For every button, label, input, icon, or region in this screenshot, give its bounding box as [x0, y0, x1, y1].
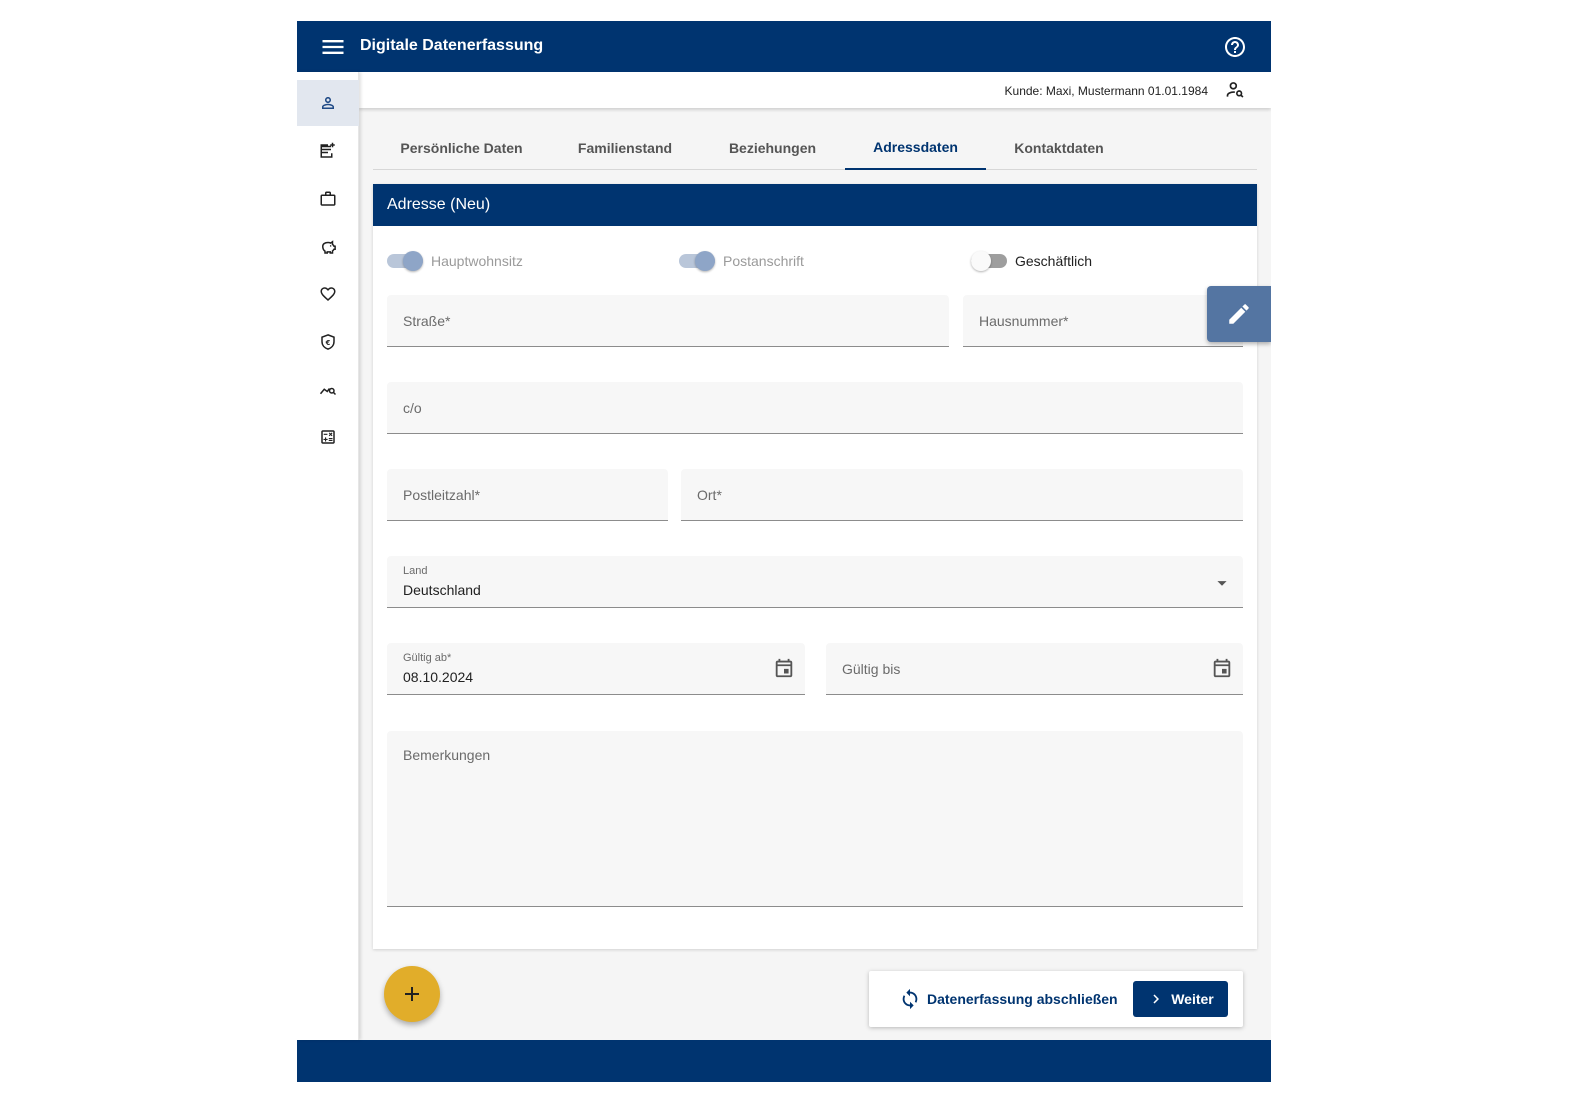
- bemerkungen-placeholder: Bemerkungen: [403, 747, 491, 763]
- gueltig-ab-field[interactable]: Gültig ab* 08.10.2024: [387, 643, 805, 695]
- sidebar: €: [297, 72, 359, 1040]
- chart-search-icon: [319, 387, 337, 396]
- land-select[interactable]: Land Deutschland: [387, 556, 1243, 608]
- person-search-icon[interactable]: [1225, 80, 1245, 100]
- land-label: Land: [403, 565, 428, 577]
- finish-label: Datenerfassung abschließen: [927, 991, 1118, 1007]
- calendar-icon[interactable]: [1211, 657, 1233, 679]
- calendar-icon[interactable]: [773, 657, 795, 679]
- top-bar: Digitale Datenerfassung: [297, 21, 1271, 72]
- footer-bar: [297, 1040, 1271, 1082]
- piggy-bank-icon: [321, 240, 336, 254]
- toggle-geschaeftlich[interactable]: Geschäftlich: [971, 250, 1092, 272]
- switch-track: [971, 251, 1007, 271]
- note-add-icon: [320, 142, 335, 158]
- strasse-field[interactable]: Straße*: [387, 295, 949, 347]
- address-card: Adresse (Neu) Hauptwohnsitz Postanschrif…: [373, 184, 1257, 949]
- ort-field[interactable]: Ort*: [681, 469, 1243, 521]
- tab-persoenliche-daten[interactable]: Persönliche Daten: [373, 126, 550, 170]
- app-title: Digitale Datenerfassung: [360, 37, 544, 54]
- gueltig-bis-placeholder: Gültig bis: [842, 661, 901, 677]
- app-window: Digitale Datenerfassung € Kunde: Maxi, M…: [297, 21, 1271, 1082]
- euro-shield-icon: €: [321, 334, 335, 350]
- switch-track: [387, 251, 423, 271]
- tab-adressdaten[interactable]: Adressdaten: [845, 126, 986, 170]
- sidebar-item-vertraege[interactable]: [297, 128, 359, 174]
- pencil-icon: [1229, 304, 1249, 324]
- postleitzahl-field[interactable]: Postleitzahl*: [387, 469, 668, 521]
- toggle-label: Geschäftlich: [1015, 253, 1093, 269]
- bemerkungen-textarea[interactable]: Bemerkungen: [387, 731, 1243, 907]
- plus-icon: [405, 987, 419, 1001]
- tab-kontaktdaten[interactable]: Kontaktdaten: [986, 126, 1132, 170]
- tab-familienstand[interactable]: Familienstand: [550, 126, 700, 170]
- tab-beziehungen[interactable]: Beziehungen: [700, 126, 845, 170]
- sidebar-item-rechner[interactable]: [297, 414, 359, 460]
- menu-icon[interactable]: [319, 33, 347, 61]
- next-label: Weiter: [1171, 991, 1214, 1007]
- land-value: Deutschland: [403, 582, 481, 598]
- finish-data-entry-button[interactable]: Datenerfassung abschließen: [899, 987, 1118, 1011]
- sidebar-item-gesundheit[interactable]: [297, 271, 359, 317]
- hausnummer-field[interactable]: Hausnummer*: [963, 295, 1243, 347]
- dropdown-arrow-icon[interactable]: [1211, 572, 1233, 594]
- tab-bar: Persönliche Daten Familienstand Beziehun…: [373, 126, 1257, 170]
- help-icon[interactable]: [1223, 35, 1247, 59]
- switch-track: [679, 251, 715, 271]
- strasse-placeholder: Straße*: [403, 313, 451, 329]
- co-placeholder: c/o: [403, 400, 422, 416]
- postleitzahl-placeholder: Postleitzahl*: [403, 487, 481, 503]
- sidebar-item-vermoegen[interactable]: [297, 224, 359, 270]
- toggle-label: Hauptwohnsitz: [431, 253, 523, 269]
- calculator-icon: [321, 430, 335, 444]
- customer-bar: Kunde: Maxi, Mustermann 01.01.1984: [359, 72, 1271, 108]
- toggle-hauptwohnsitz[interactable]: Hauptwohnsitz: [387, 250, 523, 272]
- edit-button[interactable]: [1207, 286, 1271, 342]
- gueltig-ab-label: Gültig ab*: [403, 652, 452, 664]
- heart-icon: [320, 287, 336, 302]
- add-button[interactable]: [384, 966, 440, 1022]
- sidebar-item-analyse[interactable]: [297, 367, 359, 413]
- customer-info: Kunde: Maxi, Mustermann 01.01.1984: [1004, 84, 1208, 98]
- action-bar: Datenerfassung abschließen Weiter: [869, 971, 1243, 1027]
- toggle-label: Postanschrift: [723, 253, 804, 269]
- sidebar-item-beruf[interactable]: [297, 176, 359, 222]
- sidebar-item-versicherung[interactable]: €: [297, 319, 359, 365]
- toggle-postanschrift[interactable]: Postanschrift: [679, 250, 804, 272]
- person-icon: [322, 97, 334, 109]
- sync-icon: [902, 988, 918, 1010]
- chevron-right-icon: [1153, 994, 1160, 1004]
- next-button[interactable]: Weiter: [1133, 981, 1228, 1017]
- ort-placeholder: Ort*: [697, 487, 722, 503]
- briefcase-icon: [320, 191, 336, 206]
- card-title: Adresse (Neu): [373, 184, 1257, 226]
- sidebar-item-persoenliche-daten[interactable]: [297, 80, 359, 126]
- hausnummer-placeholder: Hausnummer*: [979, 313, 1069, 329]
- gueltig-ab-value: 08.10.2024: [403, 669, 474, 685]
- svg-text:€: €: [325, 339, 331, 347]
- gueltig-bis-field[interactable]: Gültig bis: [826, 643, 1243, 695]
- co-field[interactable]: c/o: [387, 382, 1243, 434]
